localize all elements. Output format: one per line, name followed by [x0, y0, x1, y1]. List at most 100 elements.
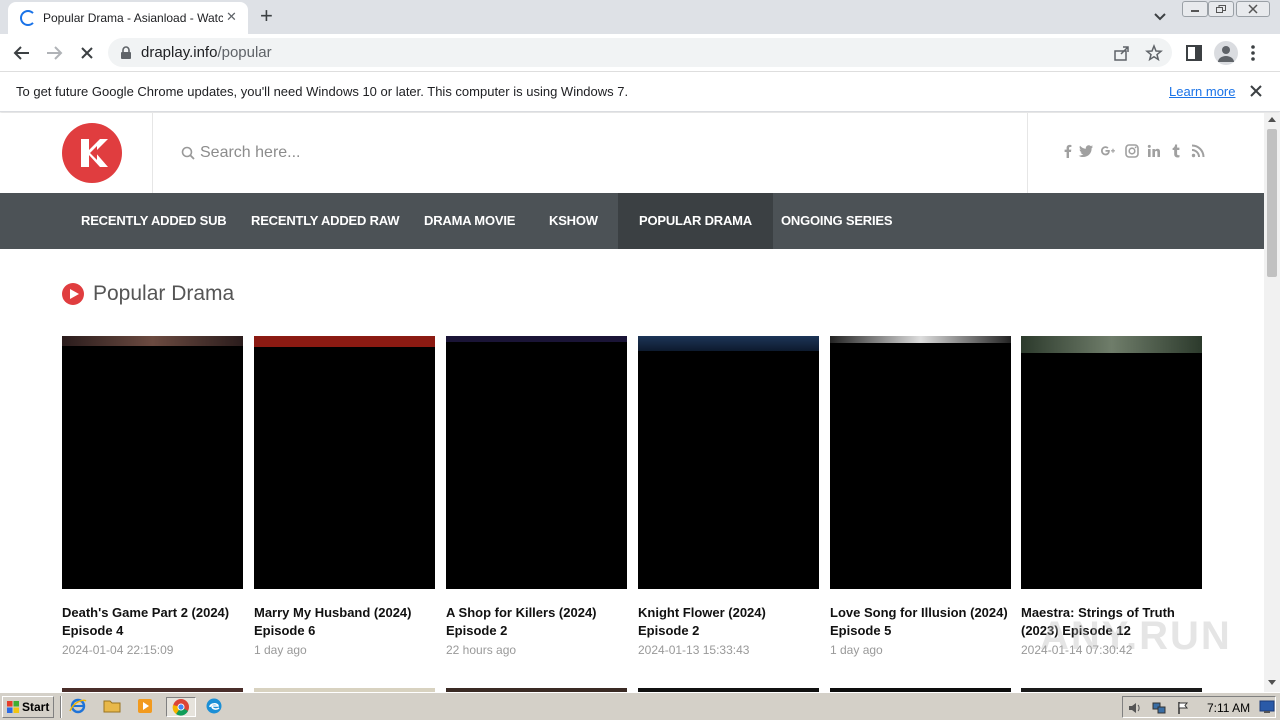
start-button[interactable]: Start — [2, 696, 54, 718]
section-title: Popular Drama — [93, 282, 235, 305]
instagram-icon[interactable] — [1124, 143, 1140, 159]
infobar-close-button[interactable] — [1249, 84, 1263, 98]
edge-icon — [206, 698, 222, 714]
media-player-icon — [138, 699, 152, 713]
drama-thumbnail[interactable] — [1021, 336, 1202, 589]
new-tab-button[interactable]: + — [260, 5, 273, 27]
tab-close-button[interactable]: ✕ — [226, 9, 237, 25]
scroll-down-arrow[interactable] — [1268, 680, 1276, 685]
rss-icon[interactable] — [1190, 143, 1206, 159]
drama-timestamp: 1 day ago — [254, 643, 307, 657]
browser-toolbar: draplay.info/popular — [0, 34, 1280, 72]
drama-thumbnail[interactable] — [830, 336, 1011, 589]
drama-timestamp: 22 hours ago — [446, 643, 517, 657]
network-icon[interactable] — [1151, 700, 1167, 716]
nav-recently-added-sub[interactable]: RECENTLY ADDED SUB — [60, 193, 247, 249]
drama-title[interactable]: Death's Game Part 2 (2024) Episode 4 — [62, 604, 243, 640]
thumbnail-image — [254, 336, 435, 347]
drama-title[interactable]: Love Song for Illusion (2024) Episode 5 — [830, 604, 1011, 640]
close-icon — [1250, 85, 1262, 97]
star-icon — [1145, 43, 1163, 62]
system-clock[interactable]: 7:11 AM — [1207, 701, 1250, 715]
drama-title[interactable]: A Shop for Killers (2024) Episode 2 — [446, 604, 627, 640]
main-navigation: RECENTLY ADDED SUB RECENTLY ADDED RAW DR… — [0, 193, 1264, 249]
site-header — [0, 113, 1264, 193]
close-icon — [1248, 4, 1258, 14]
more-vertical-icon — [1251, 45, 1255, 61]
close-icon — [81, 47, 93, 59]
nav-kshow[interactable]: KSHOW — [528, 193, 619, 249]
media-player-launcher[interactable] — [135, 697, 157, 717]
nav-ongoing-series[interactable]: ONGOING SERIES — [760, 193, 913, 249]
lock-icon — [121, 46, 131, 59]
share-button[interactable] — [1113, 44, 1131, 62]
chevron-down-icon — [1154, 13, 1166, 21]
google-plus-icon[interactable] — [1100, 143, 1116, 159]
file-explorer-launcher[interactable] — [102, 697, 124, 717]
drama-thumbnail[interactable] — [446, 336, 627, 589]
nav-drama-movie[interactable]: DRAMA MOVIE — [403, 193, 536, 249]
watermark: ANY.RUN — [1040, 614, 1232, 658]
thumbnail-image — [446, 336, 627, 342]
linkedin-icon[interactable] — [1146, 143, 1162, 159]
header-divider — [152, 113, 153, 193]
scroll-thumb[interactable] — [1267, 129, 1277, 277]
thumbnail-image — [638, 336, 819, 351]
chrome-taskbar-button[interactable] — [166, 697, 196, 717]
side-panel-icon — [1186, 45, 1202, 61]
nav-recently-added-raw[interactable]: RECENTLY ADDED RAW — [230, 193, 420, 249]
taskbar-separator — [60, 696, 62, 718]
drama-timestamp: 2024-01-13 15:33:43 — [638, 643, 750, 657]
profile-avatar[interactable] — [1214, 41, 1238, 65]
drama-thumbnail[interactable] — [254, 336, 435, 589]
side-panel-button[interactable] — [1184, 43, 1204, 63]
nav-popular-drama[interactable]: POPULAR DRAMA — [618, 193, 773, 249]
browser-tab-active[interactable]: Popular Drama - Asianload - Watch K ✕ — [8, 2, 248, 34]
stop-loading-button[interactable] — [76, 42, 98, 64]
url-text: draplay.info/popular — [141, 44, 272, 61]
minimize-icon — [1191, 10, 1199, 12]
thumbnail-image — [62, 336, 243, 346]
drama-timestamp: 2024-01-04 22:15:09 — [62, 643, 174, 657]
restore-button[interactable] — [1208, 1, 1234, 17]
url-path: /popular — [217, 44, 272, 61]
restore-icon — [1216, 5, 1226, 13]
learn-more-link[interactable]: Learn more — [1169, 84, 1235, 99]
system-tray: 7:11 AM — [1122, 696, 1276, 718]
minimize-button[interactable] — [1182, 1, 1208, 17]
drama-thumbnail[interactable] — [638, 336, 819, 589]
volume-icon[interactable] — [1127, 700, 1143, 716]
logo-icon — [62, 123, 122, 183]
windows-flag-icon — [7, 701, 19, 713]
drama-title[interactable]: Knight Flower (2024) Episode 2 — [638, 604, 819, 640]
share-icon — [1114, 46, 1129, 61]
close-window-button[interactable] — [1236, 1, 1270, 17]
arrow-right-icon — [47, 46, 63, 60]
tumblr-icon[interactable] — [1168, 143, 1184, 159]
twitter-icon[interactable] — [1078, 143, 1094, 159]
scroll-up-arrow[interactable] — [1268, 117, 1276, 122]
loading-spinner-icon — [20, 10, 36, 26]
facebook-icon[interactable] — [1060, 143, 1076, 159]
bookmark-button[interactable] — [1145, 43, 1163, 62]
tab-strip: Popular Drama - Asianload - Watch K ✕ + — [0, 0, 1280, 34]
search-input[interactable] — [200, 139, 700, 167]
address-bar[interactable]: draplay.info/popular — [108, 38, 1172, 67]
chrome-menu-button[interactable] — [1250, 44, 1256, 62]
action-center-flag-icon[interactable] — [1175, 700, 1191, 716]
internet-explorer-launcher[interactable] — [68, 697, 90, 717]
tab-title: Popular Drama - Asianload - Watch K — [43, 11, 223, 25]
edge-launcher[interactable] — [204, 697, 226, 717]
back-button[interactable] — [11, 42, 33, 64]
tab-search-button[interactable] — [1152, 8, 1168, 24]
forward-button[interactable] — [43, 42, 65, 64]
drama-title[interactable]: Marry My Husband (2024) Episode 6 — [254, 604, 435, 640]
arrow-left-icon — [13, 46, 29, 60]
search-icon — [181, 146, 195, 160]
start-label: Start — [22, 700, 50, 714]
site-logo[interactable] — [62, 123, 122, 183]
windows-taskbar: Start 7:11 AM — [0, 692, 1280, 720]
page-scrollbar[interactable] — [1264, 113, 1280, 692]
drama-thumbnail[interactable] — [62, 336, 243, 589]
show-desktop-icon[interactable] — [1259, 700, 1275, 714]
